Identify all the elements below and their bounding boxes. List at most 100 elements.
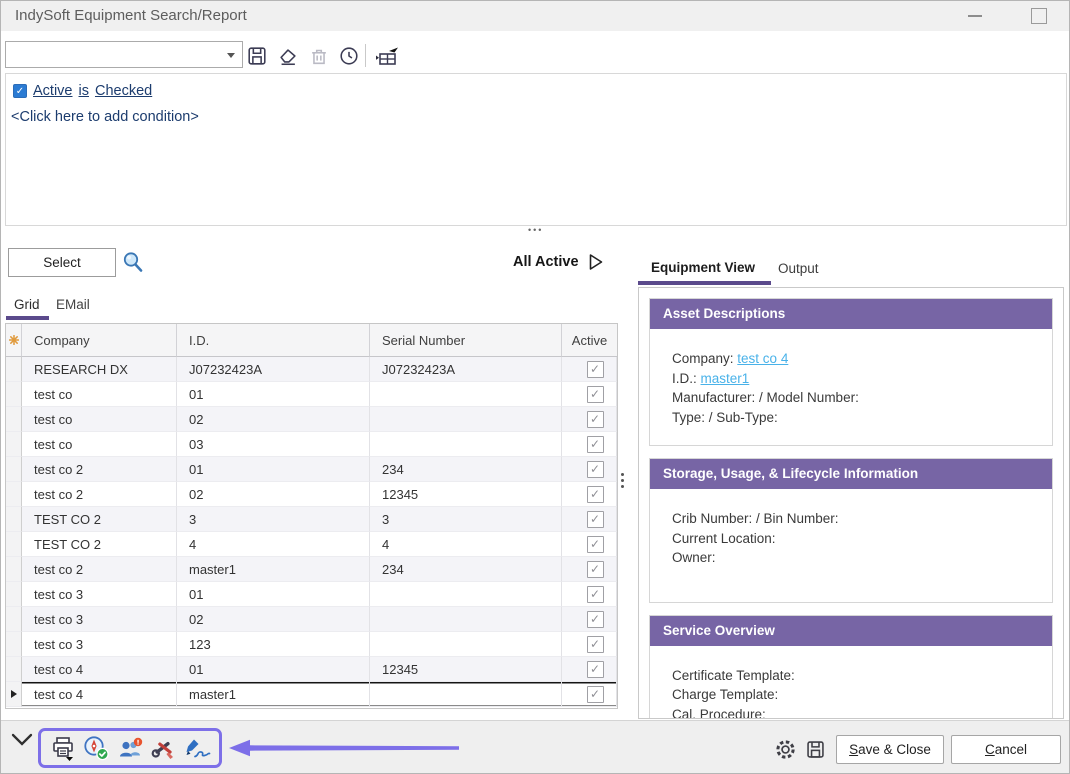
print-button[interactable] [49, 734, 77, 762]
select-button[interactable]: Select [8, 248, 116, 277]
cell-id[interactable]: 01 [177, 657, 370, 682]
signature-button[interactable] [183, 734, 211, 762]
row-indicator[interactable] [6, 657, 22, 682]
condition-field-link[interactable]: Active [33, 83, 73, 99]
table-row[interactable]: test co 3123✓ [6, 632, 617, 657]
row-indicator[interactable] [6, 632, 22, 657]
table-row[interactable]: test co 302✓ [6, 607, 617, 632]
cell-active[interactable]: ✓ [562, 507, 617, 532]
add-condition-link[interactable]: <Click here to add condition> [11, 109, 199, 125]
table-row[interactable]: test co 20212345 ✓ [6, 482, 617, 507]
cell-serial[interactable]: 234 [370, 557, 562, 582]
table-row[interactable]: test co03✓ [6, 432, 617, 457]
active-checkbox[interactable]: ✓ [587, 686, 604, 703]
cell-company[interactable]: test co 2 [22, 482, 177, 507]
column-header-active[interactable]: Active [562, 324, 617, 357]
clear-conditions-button[interactable] [275, 43, 301, 69]
cell-active[interactable]: ✓ [562, 682, 617, 707]
cell-serial[interactable] [370, 582, 562, 607]
tab-equipment-view[interactable]: Equipment View [651, 260, 755, 275]
active-checkbox[interactable]: ✓ [587, 636, 604, 653]
cell-serial[interactable] [370, 382, 562, 407]
active-checkbox[interactable]: ✓ [587, 461, 604, 478]
run-search-button[interactable]: All Active [513, 253, 604, 271]
company-link[interactable]: test co 4 [737, 351, 788, 366]
cell-active[interactable]: ✓ [562, 582, 617, 607]
cell-company[interactable]: RESEARCH DX [22, 357, 177, 382]
table-row[interactable]: test co01 ✓ [6, 382, 617, 407]
cell-company[interactable]: test co [22, 407, 177, 432]
table-row[interactable]: test co 2master1234✓ [6, 557, 617, 582]
cell-serial[interactable]: 4 [370, 532, 562, 557]
cell-active[interactable]: ✓ [562, 482, 617, 507]
row-indicator[interactable] [6, 507, 22, 532]
condition-checkbox[interactable]: ✓ [13, 84, 27, 98]
cell-active[interactable]: ✓ [562, 382, 617, 407]
cell-active[interactable]: ✓ [562, 357, 617, 382]
active-checkbox[interactable]: ✓ [587, 611, 604, 628]
cell-company[interactable]: test co 3 [22, 607, 177, 632]
cell-serial[interactable]: 234 [370, 457, 562, 482]
horizontal-splitter[interactable]: ••• [528, 225, 543, 235]
table-row[interactable]: test co 40112345✓ [6, 657, 617, 682]
history-button[interactable] [336, 43, 362, 69]
cell-serial[interactable]: 12345 [370, 482, 562, 507]
cell-serial[interactable] [370, 407, 562, 432]
layout-options-button[interactable] [374, 43, 400, 69]
table-row[interactable]: test co02✓ [6, 407, 617, 432]
id-link[interactable]: master1 [701, 371, 750, 386]
users-button[interactable] [116, 734, 144, 762]
tab-output[interactable]: Output [778, 261, 819, 276]
maximize-button[interactable] [1020, 1, 1058, 31]
condition-row[interactable]: ✓ Active is Checked [13, 83, 152, 99]
column-header-company[interactable]: Company [22, 324, 177, 357]
cell-serial[interactable]: J07232423A [370, 357, 562, 382]
active-checkbox[interactable]: ✓ [587, 586, 604, 603]
cell-id[interactable]: 02 [177, 482, 370, 507]
active-checkbox[interactable]: ✓ [587, 536, 604, 553]
table-row[interactable]: test co 301 ✓ [6, 582, 617, 607]
settings-button[interactable] [775, 739, 796, 765]
service-tools-button[interactable] [150, 734, 178, 762]
cell-company[interactable]: test co 3 [22, 582, 177, 607]
table-row[interactable]: test co 4master1✓ [6, 682, 617, 707]
tab-grid[interactable]: Grid [14, 297, 40, 312]
active-checkbox[interactable]: ✓ [587, 661, 604, 678]
row-indicator[interactable] [6, 457, 22, 482]
cell-company[interactable]: TEST CO 2 [22, 532, 177, 557]
cell-id[interactable]: 01 [177, 457, 370, 482]
save-settings-button[interactable] [805, 739, 826, 765]
cell-company[interactable]: test co [22, 382, 177, 407]
row-indicator[interactable] [6, 607, 22, 632]
cell-company[interactable]: test co 2 [22, 457, 177, 482]
row-indicator[interactable] [6, 482, 22, 507]
vertical-splitter[interactable] [621, 473, 624, 488]
table-row[interactable]: TEST CO 233✓ [6, 507, 617, 532]
cell-company[interactable]: test co 2 [22, 557, 177, 582]
search-profile-combo[interactable] [5, 41, 243, 68]
cell-active[interactable]: ✓ [562, 632, 617, 657]
active-checkbox[interactable]: ✓ [587, 386, 604, 403]
row-indicator[interactable] [6, 432, 22, 457]
cell-active[interactable]: ✓ [562, 532, 617, 557]
column-header-id[interactable]: I.D. [177, 324, 370, 357]
cell-id[interactable]: 01 [177, 382, 370, 407]
cell-serial[interactable]: 3 [370, 507, 562, 532]
cell-active[interactable]: ✓ [562, 432, 617, 457]
cell-id[interactable]: J07232423A [177, 357, 370, 382]
active-checkbox[interactable]: ✓ [587, 486, 604, 503]
row-indicator[interactable] [6, 407, 22, 432]
row-indicator[interactable] [6, 557, 22, 582]
expand-options-button[interactable] [10, 732, 34, 753]
cell-serial[interactable] [370, 682, 562, 707]
cell-id[interactable]: 01 [177, 582, 370, 607]
cell-id[interactable]: 02 [177, 407, 370, 432]
cell-serial[interactable] [370, 607, 562, 632]
cancel-button[interactable]: Cancel [951, 735, 1061, 764]
cell-id[interactable]: master1 [177, 682, 370, 707]
cell-serial[interactable] [370, 632, 562, 657]
row-indicator[interactable] [6, 532, 22, 557]
search-profile-input[interactable] [8, 44, 218, 65]
cell-active[interactable]: ✓ [562, 657, 617, 682]
active-checkbox[interactable]: ✓ [587, 561, 604, 578]
